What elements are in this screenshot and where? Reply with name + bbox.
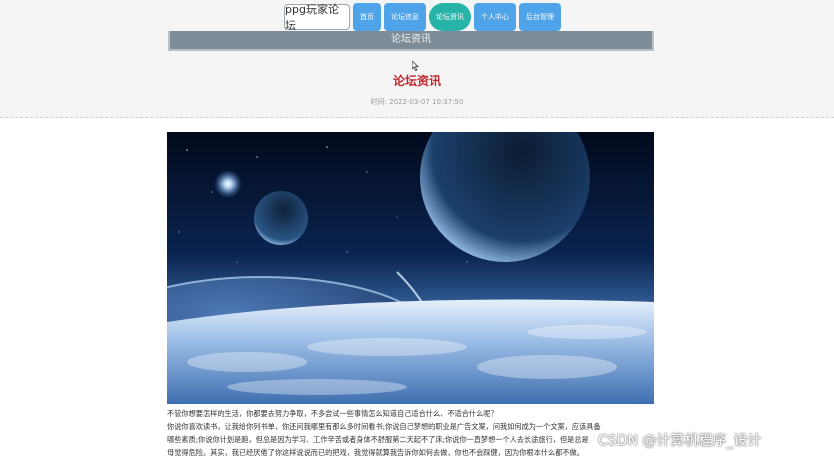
nav-forum-news-button[interactable]: 论坛资讯	[429, 3, 471, 31]
header-divider	[0, 117, 834, 118]
top-nav: ppg玩家论坛 首页 论坛信息 论坛资讯 个人中心 后台管理	[284, 3, 561, 32]
article-paragraph: 哪些素质;你说你计划是跑，但总是因为学习、工作辛苦或者身体不舒服第二天起不了床;…	[167, 435, 589, 444]
csdn-watermark: CSDN @计算机程序_设计	[598, 433, 762, 449]
nav-admin-button[interactable]: 后台管理	[519, 3, 561, 31]
section-banner: 论坛资讯	[168, 31, 654, 51]
nav-profile-button[interactable]: 个人中心	[474, 3, 516, 31]
article-content: 不管你想要怎样的生活，你都要去努力争取，不多尝试一些事情怎么知道自己适合什么、不…	[167, 407, 657, 459]
site-logo[interactable]: ppg玩家论坛	[284, 3, 350, 32]
nav-home-button[interactable]: 首页	[353, 3, 381, 31]
nav-forum-info-button[interactable]: 论坛信息	[384, 3, 426, 31]
article-paragraph: 你说你喜欢读书，让我给你列书单，你还问我哪里有那么多时间看书;你说自己梦想的职业…	[167, 422, 601, 431]
article-paragraph: 母觉得危险。其实，我已经厌倦了你这样说说而已的把戏，我觉得就算我告诉你如何去做，…	[167, 448, 584, 457]
mouse-cursor-icon	[412, 61, 420, 71]
article-hero-image	[167, 132, 654, 404]
article-timestamp: 时间: 2022-03-07 10:37:50	[370, 98, 464, 106]
article-paragraph: 不管你想要怎样的生活，你都要去努力争取，不多尝试一些事情怎么知道自己适合什么、不…	[167, 409, 498, 418]
article-title: 论坛资讯	[392, 74, 441, 88]
